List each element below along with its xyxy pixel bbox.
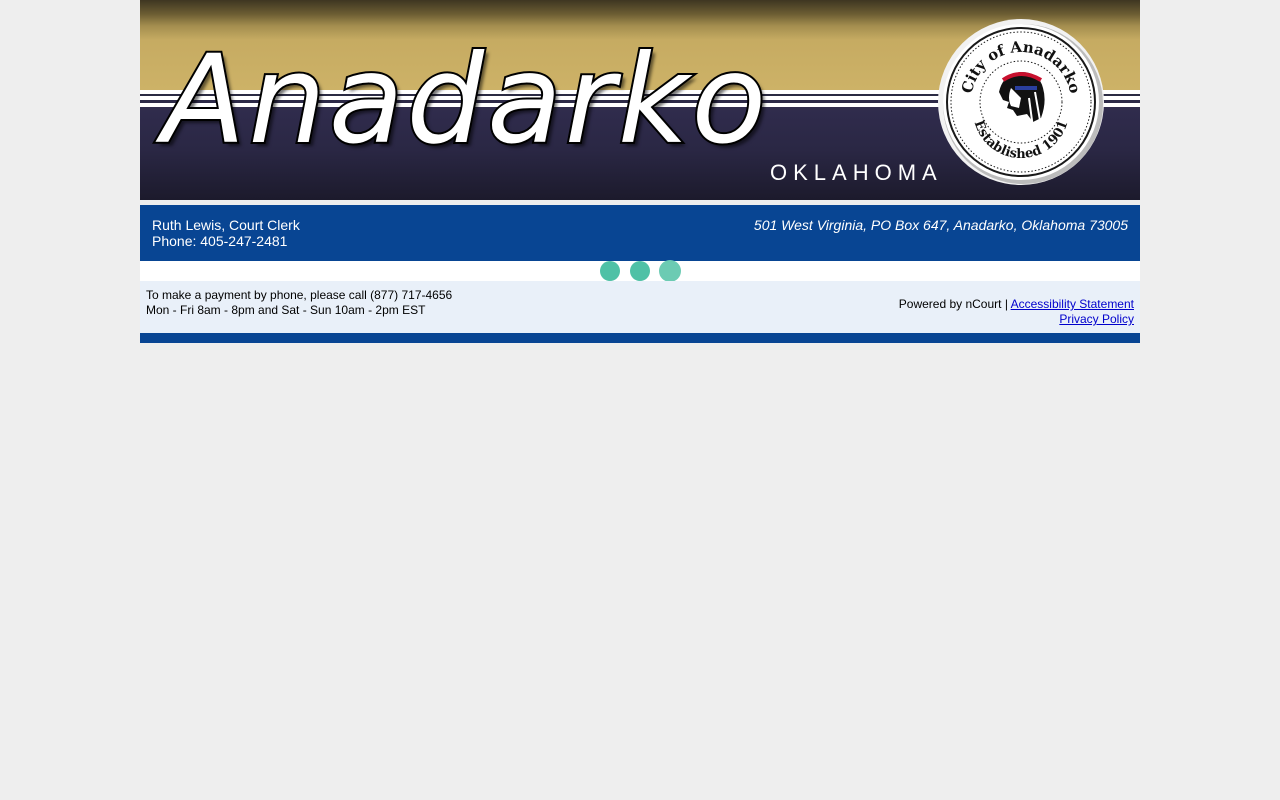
payment-info: To make a payment by phone, please call … [146, 288, 452, 318]
legal-links: Powered by nCourt | Accessibility Statem… [899, 297, 1134, 327]
header-banner: Anadarko OKLAHOMA City of Anadarko Estab… [140, 0, 1140, 200]
footer: To make a payment by phone, please call … [140, 281, 1140, 333]
court-address: 501 West Virginia, PO Box 647, Anadarko,… [753, 217, 1128, 233]
state-name: OKLAHOMA [770, 160, 943, 185]
accessibility-statement-link[interactable]: Accessibility Statement [1011, 297, 1134, 311]
clerk-phone: Phone: 405-247-2481 [152, 233, 288, 249]
powered-by-text: Powered by nCourt | [898, 297, 1011, 311]
privacy-policy-link[interactable]: Privacy Policy [1059, 312, 1134, 326]
loading-indicator [140, 260, 1140, 282]
payment-hours-text: Mon - Fri 8am - 8pm and Sat - Sun 10am -… [146, 303, 426, 317]
court-info-bar: Ruth Lewis, Court Clerk Phone: 405-247-2… [140, 205, 1140, 261]
loading-dot-icon [600, 261, 620, 281]
loading-dot-icon [630, 261, 650, 281]
payment-phone-text: To make a payment by phone, please call … [146, 288, 453, 302]
city-seal-logo: City of Anadarko Established 1901 [938, 19, 1104, 185]
footer-bottom-bar [140, 333, 1140, 343]
page-container: Anadarko OKLAHOMA City of Anadarko Estab… [140, 0, 1140, 343]
loading-dot-icon [659, 260, 681, 282]
city-name-logo: Anadarko [160, 27, 770, 173]
clerk-name: Ruth Lewis, Court Clerk [152, 217, 300, 233]
clerk-contact: Ruth Lewis, Court Clerk Phone: 405-247-2… [152, 217, 300, 249]
